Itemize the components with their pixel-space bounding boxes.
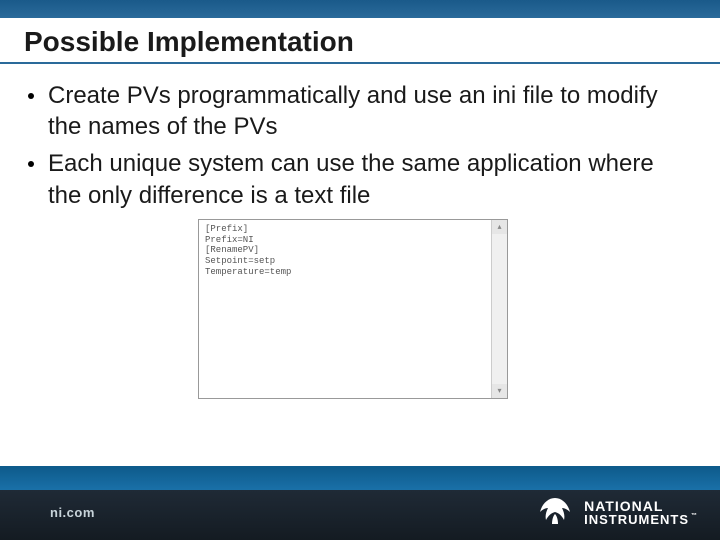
ini-file-preview: [Prefix] Prefix=NI [RenamePV] Setpoint=s… bbox=[198, 219, 508, 399]
ni-logo: NATIONAL INSTRUMENTS™ bbox=[534, 494, 698, 530]
footer: ni.com NATIONAL INSTRUMENTS™ bbox=[0, 466, 720, 540]
bullet-text: Each unique system can use the same appl… bbox=[48, 148, 692, 210]
footer-url: ni.com bbox=[50, 505, 95, 520]
scroll-up-icon[interactable]: ▴ bbox=[492, 220, 507, 234]
ni-logo-text: NATIONAL INSTRUMENTS™ bbox=[584, 499, 698, 526]
bullet-item: Each unique system can use the same appl… bbox=[28, 148, 692, 210]
slide-title: Possible Implementation bbox=[24, 26, 696, 58]
title-area: Possible Implementation bbox=[0, 18, 720, 64]
logo-line2-text: INSTRUMENTS bbox=[584, 512, 689, 527]
scroll-down-icon[interactable]: ▾ bbox=[492, 384, 507, 398]
bullet-item: Create PVs programmatically and use an i… bbox=[28, 80, 692, 142]
bullet-dot-icon bbox=[28, 93, 34, 99]
ini-preview-wrap: [Prefix] Prefix=NI [RenamePV] Setpoint=s… bbox=[198, 219, 692, 399]
scrollbar[interactable]: ▴ ▾ bbox=[491, 220, 507, 398]
top-accent-bar bbox=[0, 0, 720, 18]
tm-symbol: ™ bbox=[691, 513, 698, 519]
logo-line2: INSTRUMENTS™ bbox=[584, 513, 698, 526]
bullet-dot-icon bbox=[28, 161, 34, 167]
eagle-icon bbox=[534, 494, 576, 530]
bullet-text: Create PVs programmatically and use an i… bbox=[48, 80, 692, 142]
logo-line1: NATIONAL bbox=[584, 499, 698, 513]
ini-file-content: [Prefix] Prefix=NI [RenamePV] Setpoint=s… bbox=[199, 220, 491, 398]
footer-accent-bar bbox=[0, 466, 720, 490]
content-area: Create PVs programmatically and use an i… bbox=[0, 64, 720, 399]
footer-dark-bar: ni.com NATIONAL INSTRUMENTS™ bbox=[0, 490, 720, 540]
